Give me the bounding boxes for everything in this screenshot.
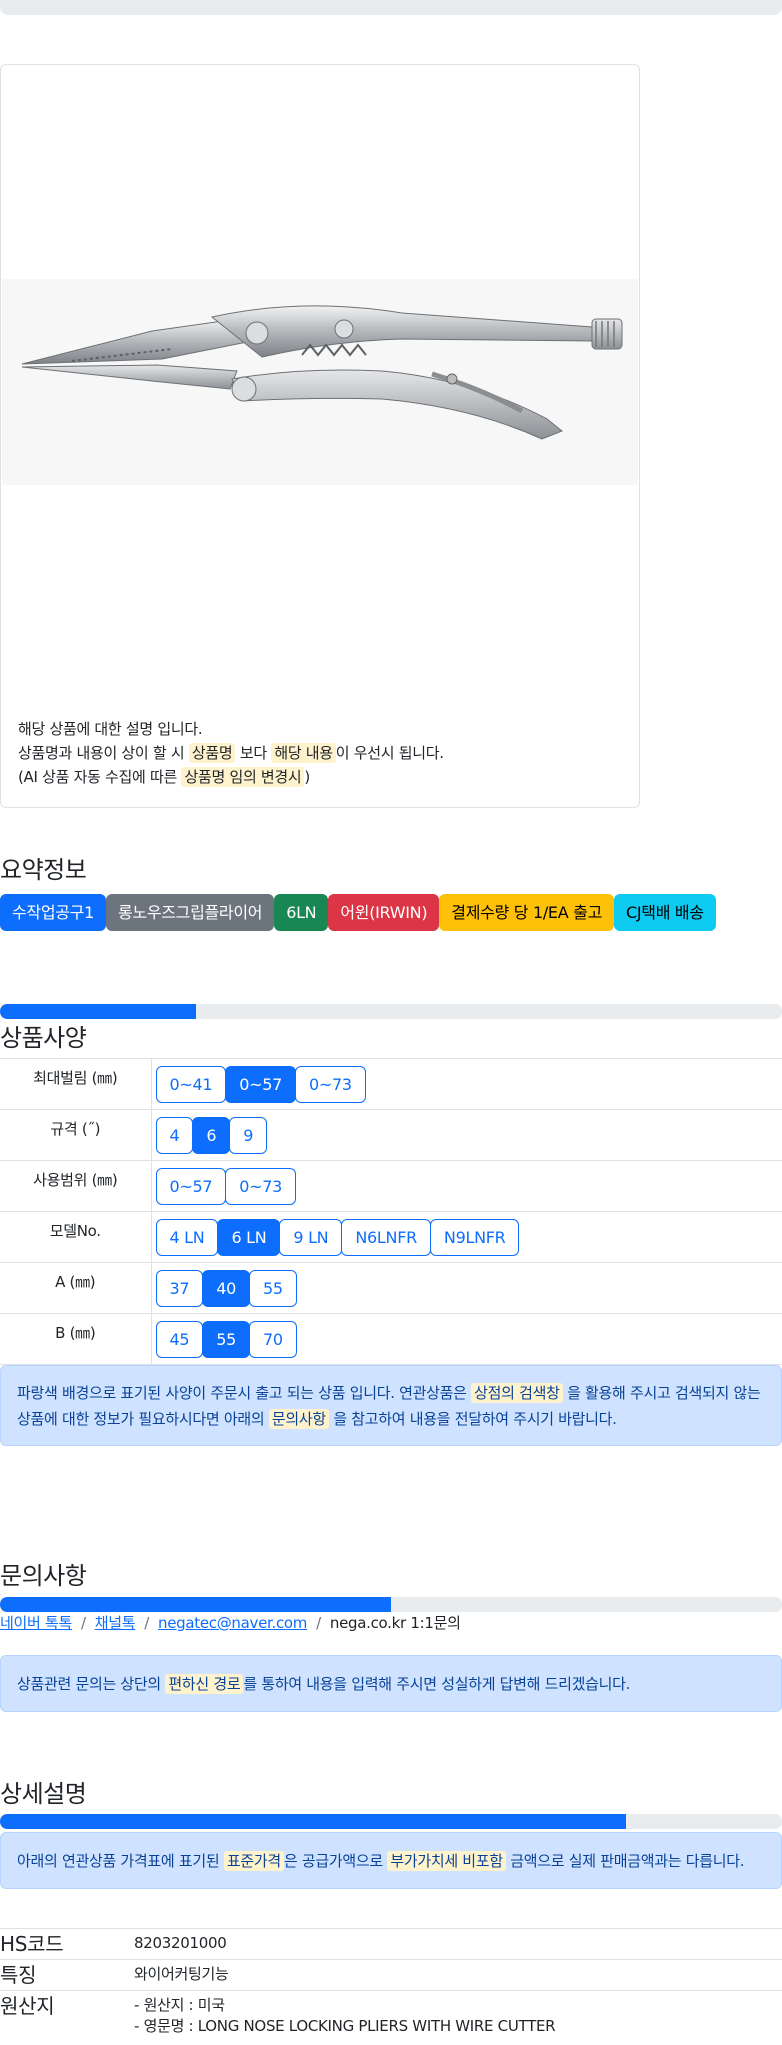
- summary-badge: 롱노우즈그립플라이어: [105, 894, 275, 931]
- top-bar: [0, 0, 782, 15]
- spec-row: 사용범위 (㎜) 0~57 0~73: [0, 1160, 782, 1212]
- spec-progress-fill: [0, 1004, 196, 1019]
- spec-option-button[interactable]: 70: [249, 1320, 297, 1358]
- highlight: 편하신 경로: [165, 1674, 244, 1694]
- spec-row: 최대벌림 (㎜) 0~41 0~57 0~73: [0, 1058, 782, 1110]
- spec-option-button[interactable]: 0~57: [155, 1167, 227, 1205]
- detail-key: 원산지: [0, 1990, 134, 2037]
- detail-row: 특징 와이어커팅기능: [0, 1959, 782, 1991]
- product-card: 해당 상품에 대한 설명 입니다. 상품명과 내용이 상이 할 시 상품명 보다…: [0, 64, 640, 808]
- spec-option-button[interactable]: 55: [202, 1320, 251, 1358]
- summary-badges: 수작업공구1 롱노우즈그립플라이어 6LN 어윈(IRWIN) 결제수량 당 1/EA …: [0, 894, 716, 931]
- detail-value-line: 와이어커팅기능: [134, 1965, 229, 1983]
- spec-options: 45 55 70: [151, 1313, 782, 1365]
- spec-label: 사용범위 (㎜): [0, 1160, 152, 1212]
- summary-badge: CJ택배 배송: [614, 894, 716, 931]
- spec-option-button[interactable]: 40: [202, 1269, 251, 1307]
- summary-title: 요약정보: [0, 856, 87, 884]
- detail-value: 8203201000: [134, 1928, 782, 1960]
- highlight: 상품명 임의 변경시: [181, 767, 305, 787]
- spec-options: 469: [151, 1109, 782, 1161]
- detail-progress-fill: [0, 1814, 626, 1829]
- spec-table: 최대벌림 (㎜) 0~41 0~57 0~73 규격 (˝) 4 6 9 사용범위 (㎜) 0~5…: [0, 1058, 782, 1365]
- highlight: 표준가격: [223, 1851, 284, 1871]
- spec-label: 모델No.: [0, 1211, 152, 1263]
- spec-options: 37 40 55: [151, 1262, 782, 1314]
- spec-title: 상품사양: [0, 1024, 87, 1052]
- spec-option-button[interactable]: 4: [155, 1116, 194, 1154]
- email-link[interactable]: negatec@naver.com: [158, 1614, 307, 1632]
- summary-badge: 어윈(IRWIN): [328, 894, 440, 931]
- spec-row: 규격 (˝) 4 6 9: [0, 1109, 782, 1161]
- spec-option-button[interactable]: 55: [249, 1269, 297, 1307]
- spec-notice: 파랑색 배경으로 표기된 사양이 주문시 출고 되는 상품 입니다. 연관상품은…: [0, 1365, 782, 1446]
- pliers-image: [21, 305, 623, 440]
- highlight: 상점의 검색창: [471, 1383, 563, 1403]
- detail-row: HS코드 8203201000: [0, 1928, 782, 1960]
- spec-label: 최대벌림 (㎜): [0, 1058, 152, 1110]
- spec-option-button[interactable]: N9LNFR: [429, 1218, 520, 1256]
- spec-row: A (㎜) 37 40 55: [0, 1262, 782, 1314]
- desc-line-3: (AI 상품 자동 수집에 따른 상품명 임의 변경시): [18, 767, 310, 787]
- detail-notice: 아래의 연관상품 가격표에 표기된 표준가격 은 공급가액으로 부가가치세 비포함…: [0, 1832, 782, 1889]
- spec-label: 규격 (˝): [0, 1109, 152, 1161]
- summary-badge: 수작업공구1: [0, 894, 106, 931]
- detail-value-line: - 원산지 : 미국: [134, 1996, 225, 2014]
- detail-value: - 원산지 : 미국 - 영문명 : LONG NOSE LOCKING PLIE…: [134, 1990, 782, 2037]
- spec-option-button[interactable]: 0~73: [295, 1065, 366, 1103]
- highlight: 문의사항: [268, 1409, 329, 1429]
- summary-badge: 6LN: [274, 894, 329, 931]
- desc-line-2: 상품명과 내용이 상이 할 시 상품명 보다 해당 내용 이 우선시 됩니다.: [18, 743, 444, 763]
- detail-value-line: - 영문명 : LONG NOSE LOCKING PLIERS WITH WI…: [134, 2017, 556, 2035]
- channel-talk-link[interactable]: 채널톡: [95, 1614, 136, 1632]
- spec-option-button[interactable]: 0~73: [225, 1167, 296, 1205]
- spec-option-button[interactable]: 6: [192, 1116, 231, 1154]
- spec-row: 모델No. 4 LN 6 LN 9 LN N6LNFR N9LNFR: [0, 1211, 782, 1263]
- spec-option-button[interactable]: 37: [155, 1269, 204, 1307]
- detail-value: 와이어커팅기능: [134, 1959, 782, 1991]
- highlight: 해당 내용: [271, 743, 336, 763]
- spec-options: 4 LN 6 LN 9 LN N6LNFR N9LNFR: [151, 1211, 782, 1263]
- detail-progress: [0, 1814, 782, 1829]
- detail-key: 특징: [0, 1959, 134, 1991]
- spec-option-button[interactable]: 0~41: [155, 1065, 227, 1103]
- spec-row: B (㎜) 45 55 70: [0, 1313, 782, 1365]
- product-description: 해당 상품에 대한 설명 입니다. 상품명과 내용이 상이 할 시 상품명 보다…: [18, 717, 628, 789]
- detail-row: 원산지 - 원산지 : 미국 - 영문명 : LONG NOSE LOCKING P…: [0, 1990, 782, 2037]
- inquiry-progress: [0, 1597, 782, 1612]
- desc-line-1: 해당 상품에 대한 설명 입니다.: [18, 720, 203, 738]
- spec-options: 0~41 0~57 0~73: [151, 1058, 782, 1110]
- spec-label: B (㎜): [0, 1313, 152, 1365]
- spec-option-button[interactable]: 9 LN: [279, 1218, 343, 1256]
- spec-progress: [0, 1004, 782, 1019]
- breadcrumb-current: nega.co.kr 1:1문의: [329, 1614, 461, 1632]
- inquiry-title: 문의사항: [0, 1562, 87, 1590]
- naver-talk-link[interactable]: 네이버 톡톡: [0, 1614, 72, 1632]
- spec-option-button[interactable]: N6LNFR: [341, 1218, 431, 1256]
- detail-value-line: 8203201000: [134, 1934, 227, 1952]
- highlight: 상품명: [188, 743, 236, 763]
- spec-option-button[interactable]: 45: [155, 1320, 204, 1358]
- spec-option-button[interactable]: 4 LN: [155, 1218, 219, 1256]
- spec-label: A (㎜): [0, 1262, 152, 1314]
- spec-option-button[interactable]: 6 LN: [217, 1218, 281, 1256]
- detail-table: HS코드 8203201000 특징 와이어커팅기능 원산지 - 원산지 : 미국 - 영문…: [0, 1928, 782, 2037]
- summary-badge: 결제수량 당 1/EA 출고: [439, 894, 615, 931]
- inquiry-breadcrumb: 네이버 톡톡 / 채널톡 / negatec@naver.com / nega.co.kr …: [0, 1614, 461, 1632]
- spec-option-button[interactable]: 0~57: [225, 1065, 296, 1103]
- detail-title: 상세설명: [0, 1780, 87, 1808]
- inquiry-notice: 상품관련 문의는 상단의 편하신 경로 를 통하여 내용을 입력해 주시면 성실하…: [0, 1655, 782, 1712]
- inquiry-progress-fill: [0, 1597, 391, 1612]
- spec-option-button[interactable]: 9: [229, 1116, 268, 1154]
- detail-key: HS코드: [0, 1928, 134, 1960]
- spec-options: 0~57 0~73: [151, 1160, 782, 1212]
- product-image: [2, 279, 638, 485]
- highlight: 부가가치세 비포함: [387, 1851, 506, 1871]
